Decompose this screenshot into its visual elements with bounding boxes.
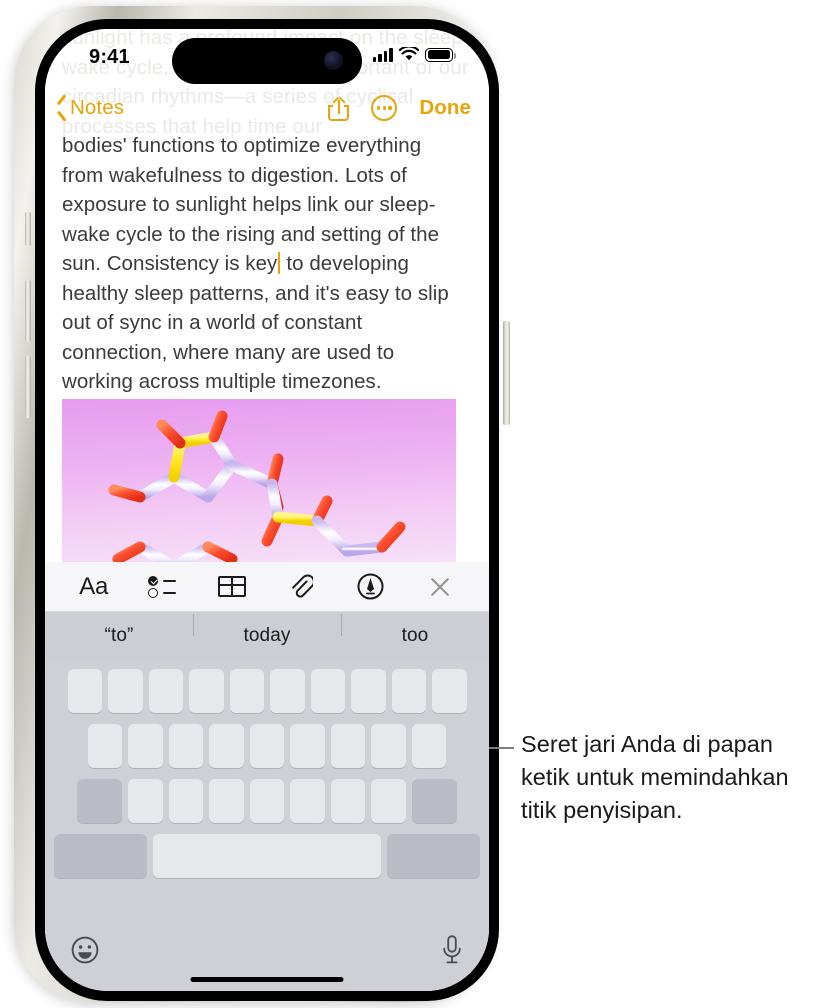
key[interactable] bbox=[229, 669, 264, 713]
key[interactable] bbox=[168, 779, 204, 823]
keyboard-row-1 bbox=[45, 669, 489, 713]
key[interactable] bbox=[432, 669, 467, 713]
key[interactable] bbox=[209, 779, 244, 823]
key[interactable] bbox=[411, 724, 447, 768]
molecule-illustration-icon bbox=[108, 410, 406, 564]
on-screen-keyboard[interactable] bbox=[45, 660, 489, 991]
key[interactable] bbox=[371, 724, 406, 768]
back-to-notes-button[interactable]: Notes bbox=[55, 96, 124, 120]
microphone-icon[interactable] bbox=[441, 935, 463, 965]
key[interactable] bbox=[310, 669, 345, 713]
keyboard-row-3 bbox=[45, 779, 489, 823]
key[interactable] bbox=[391, 669, 426, 713]
back-button-label: Notes bbox=[70, 96, 125, 119]
action-button[interactable] bbox=[25, 212, 31, 246]
markup-pen-icon bbox=[357, 573, 384, 600]
key[interactable] bbox=[209, 724, 244, 768]
predictive-text-bar: “to” today too bbox=[45, 612, 489, 660]
keyboard-row-2 bbox=[45, 724, 489, 768]
numbers-key[interactable] bbox=[54, 834, 147, 878]
volume-up-button[interactable] bbox=[25, 280, 31, 342]
key[interactable] bbox=[148, 669, 183, 713]
key[interactable] bbox=[371, 779, 406, 823]
close-x-icon bbox=[428, 575, 452, 599]
markup-button[interactable] bbox=[348, 569, 394, 605]
volume-down-button[interactable] bbox=[25, 356, 31, 418]
phone-screen: sunlight has a profound impact on the sl… bbox=[45, 29, 489, 991]
screenshot-stage: sunlight has a profound impact on the sl… bbox=[0, 0, 819, 1008]
key[interactable] bbox=[290, 724, 325, 768]
callout-text: Seret jari Anda di papan ketik untuk mem… bbox=[521, 731, 789, 823]
share-icon[interactable] bbox=[328, 96, 350, 121]
power-button[interactable] bbox=[503, 321, 510, 425]
key[interactable] bbox=[128, 779, 163, 823]
checklist-button[interactable] bbox=[140, 569, 186, 605]
keyboard-row-4 bbox=[45, 834, 489, 878]
checklist-icon bbox=[147, 575, 178, 599]
attachment-button[interactable] bbox=[279, 569, 325, 605]
table-button[interactable] bbox=[209, 569, 255, 605]
text-format-icon: Aa bbox=[79, 572, 109, 600]
format-toolbar: Aa bbox=[45, 562, 489, 612]
more-ellipsis-icon[interactable] bbox=[371, 95, 398, 121]
table-icon bbox=[218, 576, 247, 597]
key[interactable] bbox=[128, 724, 163, 768]
chevron-left-icon bbox=[55, 99, 66, 118]
key[interactable] bbox=[189, 669, 224, 713]
suggestion-1[interactable]: today bbox=[193, 614, 341, 647]
key[interactable] bbox=[168, 724, 204, 768]
suggestion-2[interactable]: too bbox=[341, 614, 489, 647]
key[interactable] bbox=[330, 724, 366, 768]
note-body-text[interactable]: bodies' functions to optimize everything… bbox=[62, 131, 468, 397]
key[interactable] bbox=[270, 669, 305, 713]
emoji-smiley-icon[interactable] bbox=[71, 936, 99, 964]
key[interactable] bbox=[67, 669, 102, 713]
shift-key[interactable] bbox=[77, 779, 123, 823]
done-button[interactable]: Done bbox=[419, 96, 471, 120]
navigation-bar: Notes Done bbox=[45, 87, 489, 129]
key[interactable] bbox=[249, 724, 285, 768]
text-format-button[interactable]: Aa bbox=[71, 569, 117, 605]
suggestion-0[interactable]: “to” bbox=[45, 625, 193, 647]
delete-key[interactable] bbox=[411, 779, 457, 823]
key[interactable] bbox=[330, 779, 366, 823]
key[interactable] bbox=[249, 779, 285, 823]
key[interactable] bbox=[351, 669, 386, 713]
return-key[interactable] bbox=[387, 834, 480, 878]
phone-frame: sunlight has a profound impact on the sl… bbox=[14, 6, 510, 1002]
home-indicator[interactable] bbox=[190, 976, 344, 982]
key[interactable] bbox=[108, 669, 143, 713]
keyboard-assembly: Aa “to” today too bbox=[45, 562, 489, 991]
key[interactable] bbox=[87, 724, 123, 768]
close-keyboard-button[interactable] bbox=[417, 569, 463, 605]
note-attached-image[interactable] bbox=[62, 399, 456, 564]
space-key[interactable] bbox=[153, 834, 381, 878]
paperclip-icon bbox=[291, 574, 313, 598]
key[interactable] bbox=[290, 779, 325, 823]
nav-right-actions: Done bbox=[328, 95, 471, 121]
